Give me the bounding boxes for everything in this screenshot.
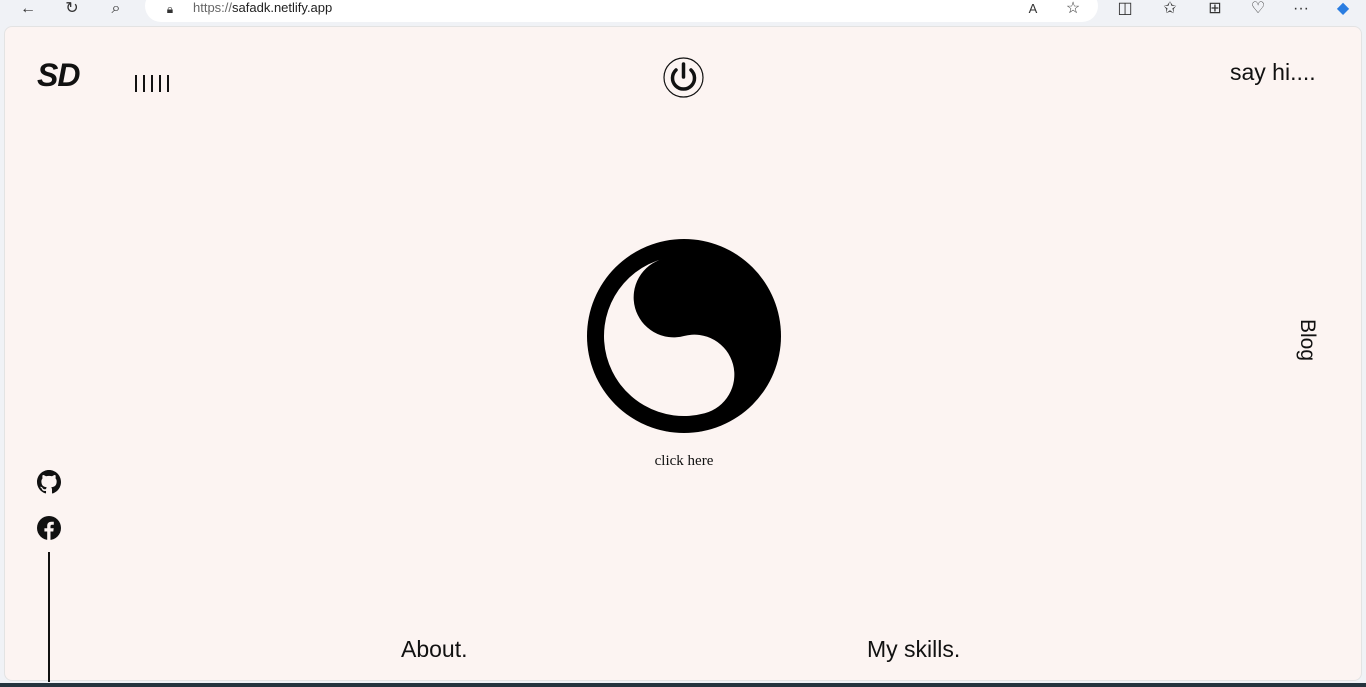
page-viewport: SD say hi.... Blog click here About. My … bbox=[4, 26, 1363, 682]
site-logo[interactable]: SD bbox=[37, 57, 80, 94]
social-divider-line bbox=[48, 552, 50, 682]
browser-essentials-icon[interactable]: ♡ bbox=[1246, 0, 1270, 18]
back-icon[interactable]: ← bbox=[16, 0, 40, 18]
menu-bars-icon[interactable] bbox=[135, 75, 169, 92]
power-icon[interactable] bbox=[663, 57, 704, 98]
url-scheme: https:// bbox=[193, 0, 233, 15]
yin-yang-icon[interactable] bbox=[586, 238, 782, 434]
collections-icon[interactable]: ⊞ bbox=[1203, 0, 1227, 18]
facebook-icon[interactable] bbox=[37, 516, 61, 540]
favorites-icon[interactable]: ✩ bbox=[1158, 0, 1182, 18]
browser-toolbar: ← ↻ ⌕ 🔒︎ https://safadk.netlify.app A ☆ … bbox=[0, 0, 1366, 26]
github-icon[interactable] bbox=[37, 470, 61, 494]
taskbar bbox=[0, 683, 1366, 687]
refresh-icon[interactable]: ↻ bbox=[60, 0, 84, 18]
lock-icon[interactable]: 🔒︎ bbox=[158, 0, 182, 18]
say-hi-link[interactable]: say hi.... bbox=[1230, 59, 1316, 86]
copilot-icon[interactable]: ◆ bbox=[1331, 0, 1355, 18]
search-icon[interactable]: ⌕ bbox=[104, 0, 128, 18]
url-host: safadk.netlify.app bbox=[232, 0, 333, 15]
url-text[interactable]: https://safadk.netlify.app bbox=[193, 0, 332, 15]
blog-link[interactable]: Blog bbox=[1295, 319, 1319, 361]
read-aloud-icon[interactable]: A bbox=[1021, 0, 1045, 18]
about-link[interactable]: About. bbox=[401, 636, 468, 663]
more-icon[interactable]: ··· bbox=[1289, 0, 1313, 18]
click-here-label[interactable]: click here bbox=[5, 453, 1363, 470]
favorite-star-icon[interactable]: ☆ bbox=[1061, 0, 1085, 18]
split-screen-icon[interactable]: ◫ bbox=[1113, 0, 1137, 18]
skills-link[interactable]: My skills. bbox=[867, 636, 960, 663]
